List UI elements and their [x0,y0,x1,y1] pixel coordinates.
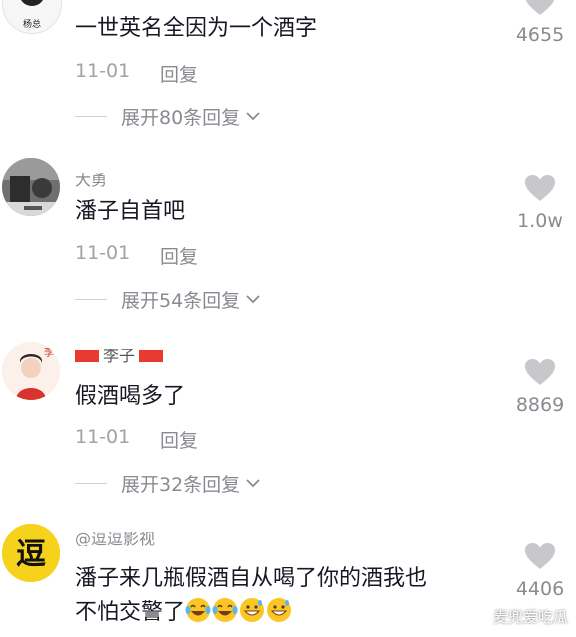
avatar-badge-text: 杨总 [23,18,41,30]
avatar[interactable] [2,158,60,216]
flag-icon [139,350,164,362]
reply-button[interactable]: 回复 [160,242,198,269]
divider [75,298,107,300]
like-count: 1.0w [517,210,563,232]
like-count: 4655 [515,24,565,46]
comment-date: 11-01 [75,60,131,82]
avatar[interactable]: 杨总 [2,0,62,34]
laughing-tears-emoji [212,598,238,622]
chevron-down-icon [246,479,260,488]
username[interactable]: 李子 [75,349,164,363]
comment-text: 假酒喝多了 [75,384,186,409]
watermark: 麦兜爱吃瓜 [492,608,568,626]
comment-date: 11-01 [75,426,131,448]
like-group: 4655 [504,0,576,46]
comment-item: 逗 @逗逗影视 潘子来几瓶假酒自从喝了你的酒我也 不怕交警了 4406 [0,510,576,637]
like-group: 1.0w [504,174,576,232]
chevron-down-icon [246,112,260,121]
like-count: 4406 [515,578,565,600]
reply-button[interactable]: 回复 [160,426,198,453]
laughing-tears-emoji [185,598,211,622]
flag-icon [75,350,99,362]
like-count: 8869 [515,394,565,416]
grinning-sweat-emoji [240,598,265,622]
divider [75,115,107,117]
expand-replies-label: 展开80条回复 [121,106,241,129]
comment-date: 11-01 [75,242,131,264]
expand-replies-label: 展开32条回复 [121,473,241,496]
comment-text: 一世英名全因为一个酒字 [75,16,318,41]
like-group: 4406 [504,542,576,600]
expand-replies-button[interactable]: 展开80条回复 [75,103,262,129]
comment-text-line2: 不怕交警了 [75,596,293,630]
avatar-glyph: 逗 [16,537,46,572]
comment-item: 大勇 潘子自首吧 11-01 回复 展开54条回复 1.0w [0,150,576,325]
expand-replies-button[interactable]: 展开32条回复 [75,470,262,496]
comment-item: 李子 李子 假酒喝多了 11-01 回复 展开32条回复 8869 [0,325,576,510]
comment-item: 杨总 一世英名全因为一个酒字 11-01 回复 展开80条回复 4655 [0,0,576,150]
heart-icon[interactable] [524,174,556,202]
username[interactable]: 大勇 [75,173,107,187]
reply-button[interactable]: 回复 [160,60,198,87]
comment-text: 不怕交警了 [75,600,186,625]
expand-replies-label: 展开54条回复 [121,289,241,312]
avatar[interactable]: 逗 [2,524,60,582]
chevron-down-icon [246,295,260,304]
comment-text: 潘子来几瓶假酒自从喝了你的酒我也 [75,566,428,591]
divider [75,482,107,484]
username[interactable]: @逗逗影视 [75,532,155,546]
comment-text: 潘子自首吧 [75,199,186,224]
expand-replies-button[interactable]: 展开54条回复 [75,286,262,312]
avatar[interactable]: 李子 [2,342,60,400]
grinning-sweat-emoji [267,598,292,622]
heart-icon[interactable] [524,542,556,570]
avatar-name-text: 李子 [44,346,60,359]
username-text: 李子 [103,349,136,363]
like-group: 8869 [504,358,576,416]
heart-icon[interactable] [524,358,556,386]
heart-icon[interactable] [524,0,556,16]
